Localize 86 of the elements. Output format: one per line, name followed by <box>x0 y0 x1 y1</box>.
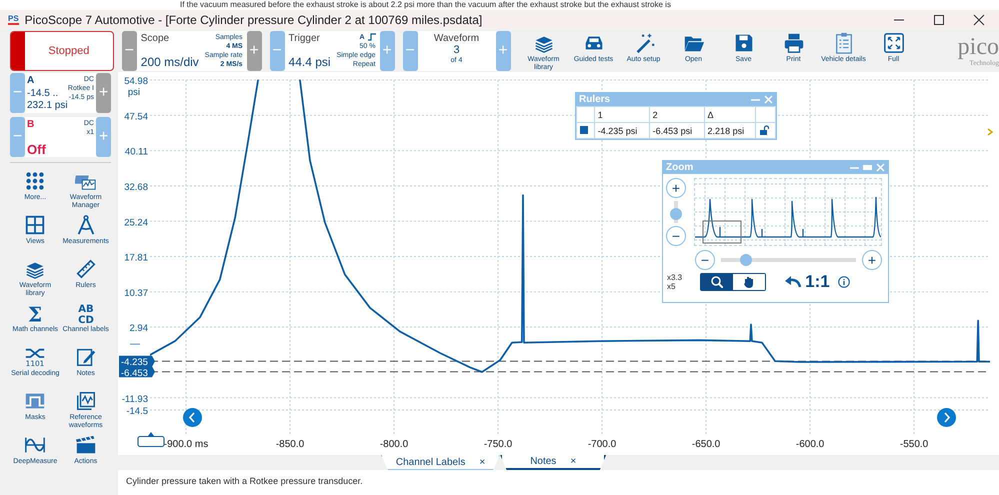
channel-status: Off <box>27 144 46 155</box>
panel-title: Waveform <box>434 32 480 44</box>
window-title: Zoom <box>666 162 694 173</box>
unlocked-padlock-icon[interactable] <box>758 124 769 134</box>
table-cell: -6.453 psi <box>649 122 704 138</box>
window-title: PicoScope 7 Automotive - [Forte Cylinder pressure Cylinder 2 at 100769 miles.psdata] <box>24 12 484 26</box>
trigger-value[interactable]: 44.4 psi <box>288 54 331 68</box>
sigma-icon: Σ <box>24 302 46 324</box>
x-axis-label: -750.0 <box>484 439 512 450</box>
info-icon[interactable] <box>838 276 850 288</box>
maximize-icon[interactable] <box>933 14 945 26</box>
ruler-handle[interactable]: -4.235 <box>119 356 155 368</box>
y-axis-label: 17.81 <box>124 252 148 264</box>
close-icon[interactable] <box>973 14 985 26</box>
tab[interactable]: Channel Labels × <box>380 455 500 470</box>
x-axis-label: -600.0 <box>796 439 824 450</box>
zoom-in-button[interactable]: + <box>666 178 686 198</box>
y-axis-label: 2.94 <box>130 323 148 334</box>
column-header: 2 <box>649 106 704 122</box>
clapperboard-icon <box>74 434 97 456</box>
pan-right-button[interactable]: + <box>862 250 882 270</box>
channel-name: B <box>27 119 36 130</box>
y-axis-label: 10.37 <box>124 288 148 299</box>
printer-icon <box>782 32 804 54</box>
undo-arrow-icon <box>784 276 802 288</box>
y-axis-label: 40.11 <box>124 146 148 158</box>
background-document-text: If the vacuum measured before the exhaust stroke is about 2.2 psi more than the vacuum after the exhaust stroke but the exhaust stroke is <box>179 0 672 10</box>
channel-name: A <box>27 75 36 86</box>
ruler-icon <box>74 258 97 280</box>
notepad-pencil-icon <box>74 346 97 368</box>
x-axis-label: -550.0 <box>900 439 928 450</box>
expand-icon <box>882 32 904 54</box>
y-axis-label: -14.5 <box>126 406 148 417</box>
logo-wordmark: pico <box>958 34 999 58</box>
column-header: 1 <box>594 106 650 122</box>
column-header: Δ <box>704 106 756 122</box>
tab-label: Channel Labels <box>396 456 466 468</box>
zoom-mode-button[interactable] <box>701 274 734 290</box>
table-cell: -4.235 psi <box>594 122 650 138</box>
zoom-factor: x3.3 <box>667 273 682 282</box>
tab-close-button[interactable]: × <box>479 456 486 468</box>
y-axis-label: 47.54 <box>124 111 148 122</box>
y-axis-label: 25.24 <box>124 217 148 228</box>
window-title: Rulers <box>579 94 610 105</box>
magnifier-icon <box>711 276 724 288</box>
tab-close-button[interactable]: × <box>570 456 576 467</box>
axis-collapse-tab[interactable] <box>137 431 165 447</box>
waveform-overview[interactable] <box>694 178 882 246</box>
waveform-number: 3 <box>453 44 460 56</box>
range-high: 232.1 psi <box>27 100 68 111</box>
panel-title: Trigger <box>288 32 321 44</box>
scroll-right-icon[interactable] <box>937 408 956 427</box>
pan-left-button[interactable]: − <box>695 250 715 270</box>
reset-zoom-button[interactable]: 1:1 <box>784 272 830 292</box>
letters-icon: AB CD <box>74 302 97 324</box>
mode-toggle[interactable] <box>700 273 766 291</box>
tab-label: Notes <box>530 456 556 467</box>
zoom-out-button[interactable]: − <box>666 226 686 246</box>
x-axis-label: -900.0 ms <box>164 439 208 450</box>
waveform-frame-icon <box>74 390 97 412</box>
run-stop-button[interactable]: Stopped <box>10 30 114 70</box>
notes-text: Cylinder pressure taken with a Rotkee pressure transducer. <box>125 475 364 488</box>
table-cell: 2.218 psi <box>704 122 756 138</box>
y-axis-unit: psi <box>128 87 140 98</box>
panel-title: Scope <box>140 32 170 44</box>
range-low: -14.5 .. <box>27 88 60 98</box>
scroll-left-icon[interactable] <box>183 408 202 427</box>
x-axis-label: -700.0 <box>588 439 616 450</box>
x-axis-label: -650.0 <box>692 439 720 450</box>
ref-line-label: -4.235 <box>121 357 148 368</box>
rising-edge-icon <box>368 33 376 41</box>
dots-grid-icon <box>24 170 46 192</box>
tab[interactable]: Notes × <box>500 455 606 470</box>
y-axis-label: 54.98 <box>124 76 148 87</box>
trigger-level-marker <box>130 344 140 345</box>
grid-icon <box>24 214 46 236</box>
x-axis-label: -800.0 <box>380 439 408 450</box>
x-axis-label: -850.0 <box>276 439 304 450</box>
slider-thumb[interactable] <box>740 254 752 266</box>
ref-line-label: -6.453 <box>121 368 148 379</box>
slider-thumb[interactable] <box>670 208 682 220</box>
zoom-factor: x5 <box>667 282 676 291</box>
ruler-handle[interactable]: -6.453 <box>119 366 155 379</box>
y-axis-label: 32.68 <box>124 182 148 193</box>
y-axis-label: -11.93 <box>122 394 148 405</box>
hand-icon <box>743 276 756 288</box>
